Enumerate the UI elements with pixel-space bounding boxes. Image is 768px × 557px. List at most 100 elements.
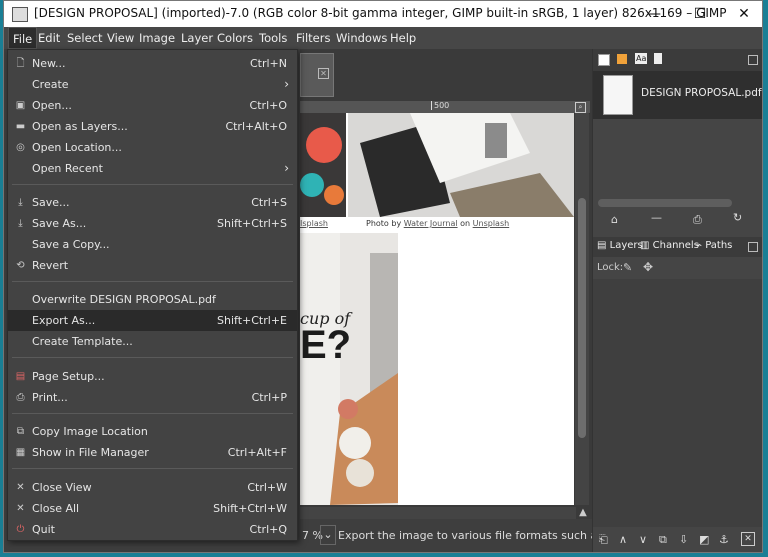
menu-item-new-shortcut: Ctrl+N: [249, 57, 287, 70]
brush-tab-icon[interactable]: [598, 54, 610, 66]
menu-item-save[interactable]: ⤓ Save... Ctrl+S: [8, 192, 297, 213]
menu-filters[interactable]: Filters: [292, 27, 334, 49]
caption-author-link[interactable]: Water Journal: [404, 219, 458, 228]
menu-item-open-location[interactable]: ◎ Open Location...: [8, 137, 297, 158]
tab-channels[interactable]: ▥ Channels: [640, 240, 699, 251]
menu-item-open-recent[interactable]: Open Recent ›: [8, 158, 297, 179]
lock-row: Lock: ✎ ✥: [593, 259, 762, 277]
horizontal-scrollbar[interactable]: [300, 507, 576, 519]
menu-windows[interactable]: Windows: [332, 27, 391, 49]
image-list-item[interactable]: DESIGN PROPOSAL.pdf (826: [593, 71, 762, 119]
menu-view[interactable]: View: [103, 27, 138, 49]
lock-pixels-icon[interactable]: ✎: [623, 261, 632, 274]
menu-item-open-as-layers[interactable]: ▬ Open as Layers... Ctrl+Alt+O: [8, 116, 297, 137]
layers-list[interactable]: [593, 279, 762, 527]
menu-item-open-as-layers-label: Open as Layers...: [32, 120, 128, 133]
menu-tools[interactable]: Tools: [255, 27, 291, 49]
document-canvas[interactable]: cup of E? Isplash Photo by Water Journal…: [300, 113, 574, 505]
menu-item-page-setup-label: Page Setup...: [32, 370, 105, 383]
menu-item-save-label: Save...: [32, 196, 70, 209]
menu-item-close-all[interactable]: ✕ Close All Shift+Ctrl+W: [8, 498, 297, 519]
raise-view-icon[interactable]: ⌂: [611, 213, 618, 226]
new-file-icon: 🗋: [16, 58, 25, 69]
mask-layer-icon[interactable]: ◩: [699, 533, 709, 546]
vertical-scrollbar[interactable]: [575, 113, 589, 505]
tab-paths[interactable]: ⌁ Paths: [696, 240, 732, 251]
menu-edit[interactable]: Edit: [34, 27, 64, 49]
menu-item-quit[interactable]: ⏻ Quit Ctrl+Q: [8, 519, 297, 540]
new-display-icon[interactable]: ⎙: [693, 213, 702, 227]
menu-item-save-copy[interactable]: Save a Copy...: [8, 234, 297, 255]
zoom-fit-icon[interactable]: ⌕: [575, 102, 586, 113]
caption-prefix: Photo by: [366, 219, 404, 228]
tab-layers[interactable]: ▤ Layers: [597, 240, 643, 251]
menu-item-save-as[interactable]: ⤓ Save As... Shift+Ctrl+S: [8, 213, 297, 234]
menu-item-create-template[interactable]: Create Template...: [8, 331, 297, 352]
layers-tab-row: ▤ Layers ▥ Channels ⌁ Paths: [593, 237, 762, 257]
menu-item-new[interactable]: 🗋 New... Ctrl+N: [8, 53, 297, 74]
menu-file[interactable]: File: [8, 27, 38, 49]
close-all-icon: ✕: [16, 503, 25, 514]
menu-item-overwrite[interactable]: Overwrite DESIGN PROPOSAL.pdf: [8, 289, 297, 310]
menu-item-export-as-shortcut: Shift+Ctrl+E: [217, 314, 287, 327]
dock-tabs-row: Aa: [593, 49, 762, 71]
zoom-dropdown-icon[interactable]: ⌄: [320, 525, 336, 545]
menu-separator: [12, 413, 293, 414]
new-layer-icon[interactable]: ⎗: [599, 533, 608, 547]
menu-item-open[interactable]: ▣ Open... Ctrl+O: [8, 95, 297, 116]
font-tab-icon[interactable]: Aa: [635, 53, 648, 64]
vertical-scroll-thumb[interactable]: [578, 198, 586, 438]
caption-left: Isplash: [300, 219, 328, 228]
page-setup-icon: ▤: [15, 371, 26, 382]
lower-layer-icon[interactable]: ∨: [639, 533, 647, 546]
menu-help[interactable]: Help: [386, 27, 420, 49]
close-window-button[interactable]: ✕: [722, 1, 762, 27]
image-list-scrollbar[interactable]: [598, 199, 732, 207]
menu-item-revert[interactable]: ⟲ Revert: [8, 255, 297, 276]
maximize-button[interactable]: ☐: [678, 1, 722, 27]
menu-item-close-view[interactable]: ✕ Close View Ctrl+W: [8, 477, 297, 498]
menu-image[interactable]: Image: [135, 27, 179, 49]
anchor-layer-icon[interactable]: ⚓: [719, 533, 729, 546]
menu-item-open-shortcut: Ctrl+O: [249, 99, 287, 112]
save-as-icon: ⤓: [18, 218, 23, 229]
menu-item-show-in-file-manager[interactable]: ▦ Show in File Manager Ctrl+Alt+F: [8, 442, 297, 463]
close-image-icon[interactable]: —: [651, 211, 662, 224]
right-dock: Aa DESIGN PROPOSAL.pdf (826 ⌂ — ⎙ ↻ ▤ La…: [592, 49, 762, 552]
close-view-icon: ✕: [16, 482, 25, 493]
document-tab-icon[interactable]: [654, 53, 662, 64]
image-dock-buttons: ⌂ — ⎙ ↻: [593, 211, 762, 231]
menu-item-print[interactable]: ⎙ Print... Ctrl+P: [8, 387, 297, 408]
menu-item-copy-location-label: Copy Image Location: [32, 425, 148, 438]
lock-label: Lock:: [597, 262, 624, 273]
menu-item-export-as-label: Export As...: [32, 314, 96, 327]
refresh-icon[interactable]: ↻: [733, 211, 742, 224]
close-tab-icon[interactable]: ✕: [318, 68, 329, 79]
print-icon: ⎙: [16, 392, 25, 403]
menu-layer[interactable]: Layer: [177, 27, 217, 49]
image-tab[interactable]: ✕: [300, 53, 334, 97]
menu-item-page-setup[interactable]: ▤ Page Setup...: [8, 366, 297, 387]
minimize-button[interactable]: —: [632, 1, 676, 27]
menu-item-open-label: Open...: [32, 99, 72, 112]
navigate-icon[interactable]: ▲: [578, 507, 588, 519]
pattern-tab-icon[interactable]: [617, 54, 627, 64]
menu-item-export-as[interactable]: Export As... Shift+Ctrl+E: [8, 310, 297, 331]
photo-caption: Photo by Water Journal on Unsplash: [366, 219, 509, 228]
gimp-app-icon: [12, 7, 28, 22]
caption-site-link[interactable]: Unsplash: [473, 219, 510, 228]
lock-position-icon[interactable]: ✥: [643, 260, 653, 274]
raise-layer-icon[interactable]: ∧: [619, 533, 627, 546]
menu-item-show-in-file-manager-label: Show in File Manager: [32, 446, 149, 459]
image-thumbnail: [603, 75, 633, 115]
delete-layer-icon[interactable]: ✕: [741, 532, 755, 546]
menu-item-create[interactable]: Create ›: [8, 74, 297, 95]
merge-layer-icon[interactable]: ⇩: [679, 533, 688, 546]
menu-select[interactable]: Select: [63, 27, 106, 49]
menu-separator: [12, 468, 293, 469]
menu-colors[interactable]: Colors: [213, 27, 257, 49]
duplicate-layer-icon[interactable]: ⧉: [659, 533, 667, 547]
dock-menu-icon[interactable]: [748, 55, 758, 65]
menu-item-copy-location[interactable]: ⧉ Copy Image Location: [8, 421, 297, 442]
layers-dock-menu-icon[interactable]: [748, 242, 758, 252]
